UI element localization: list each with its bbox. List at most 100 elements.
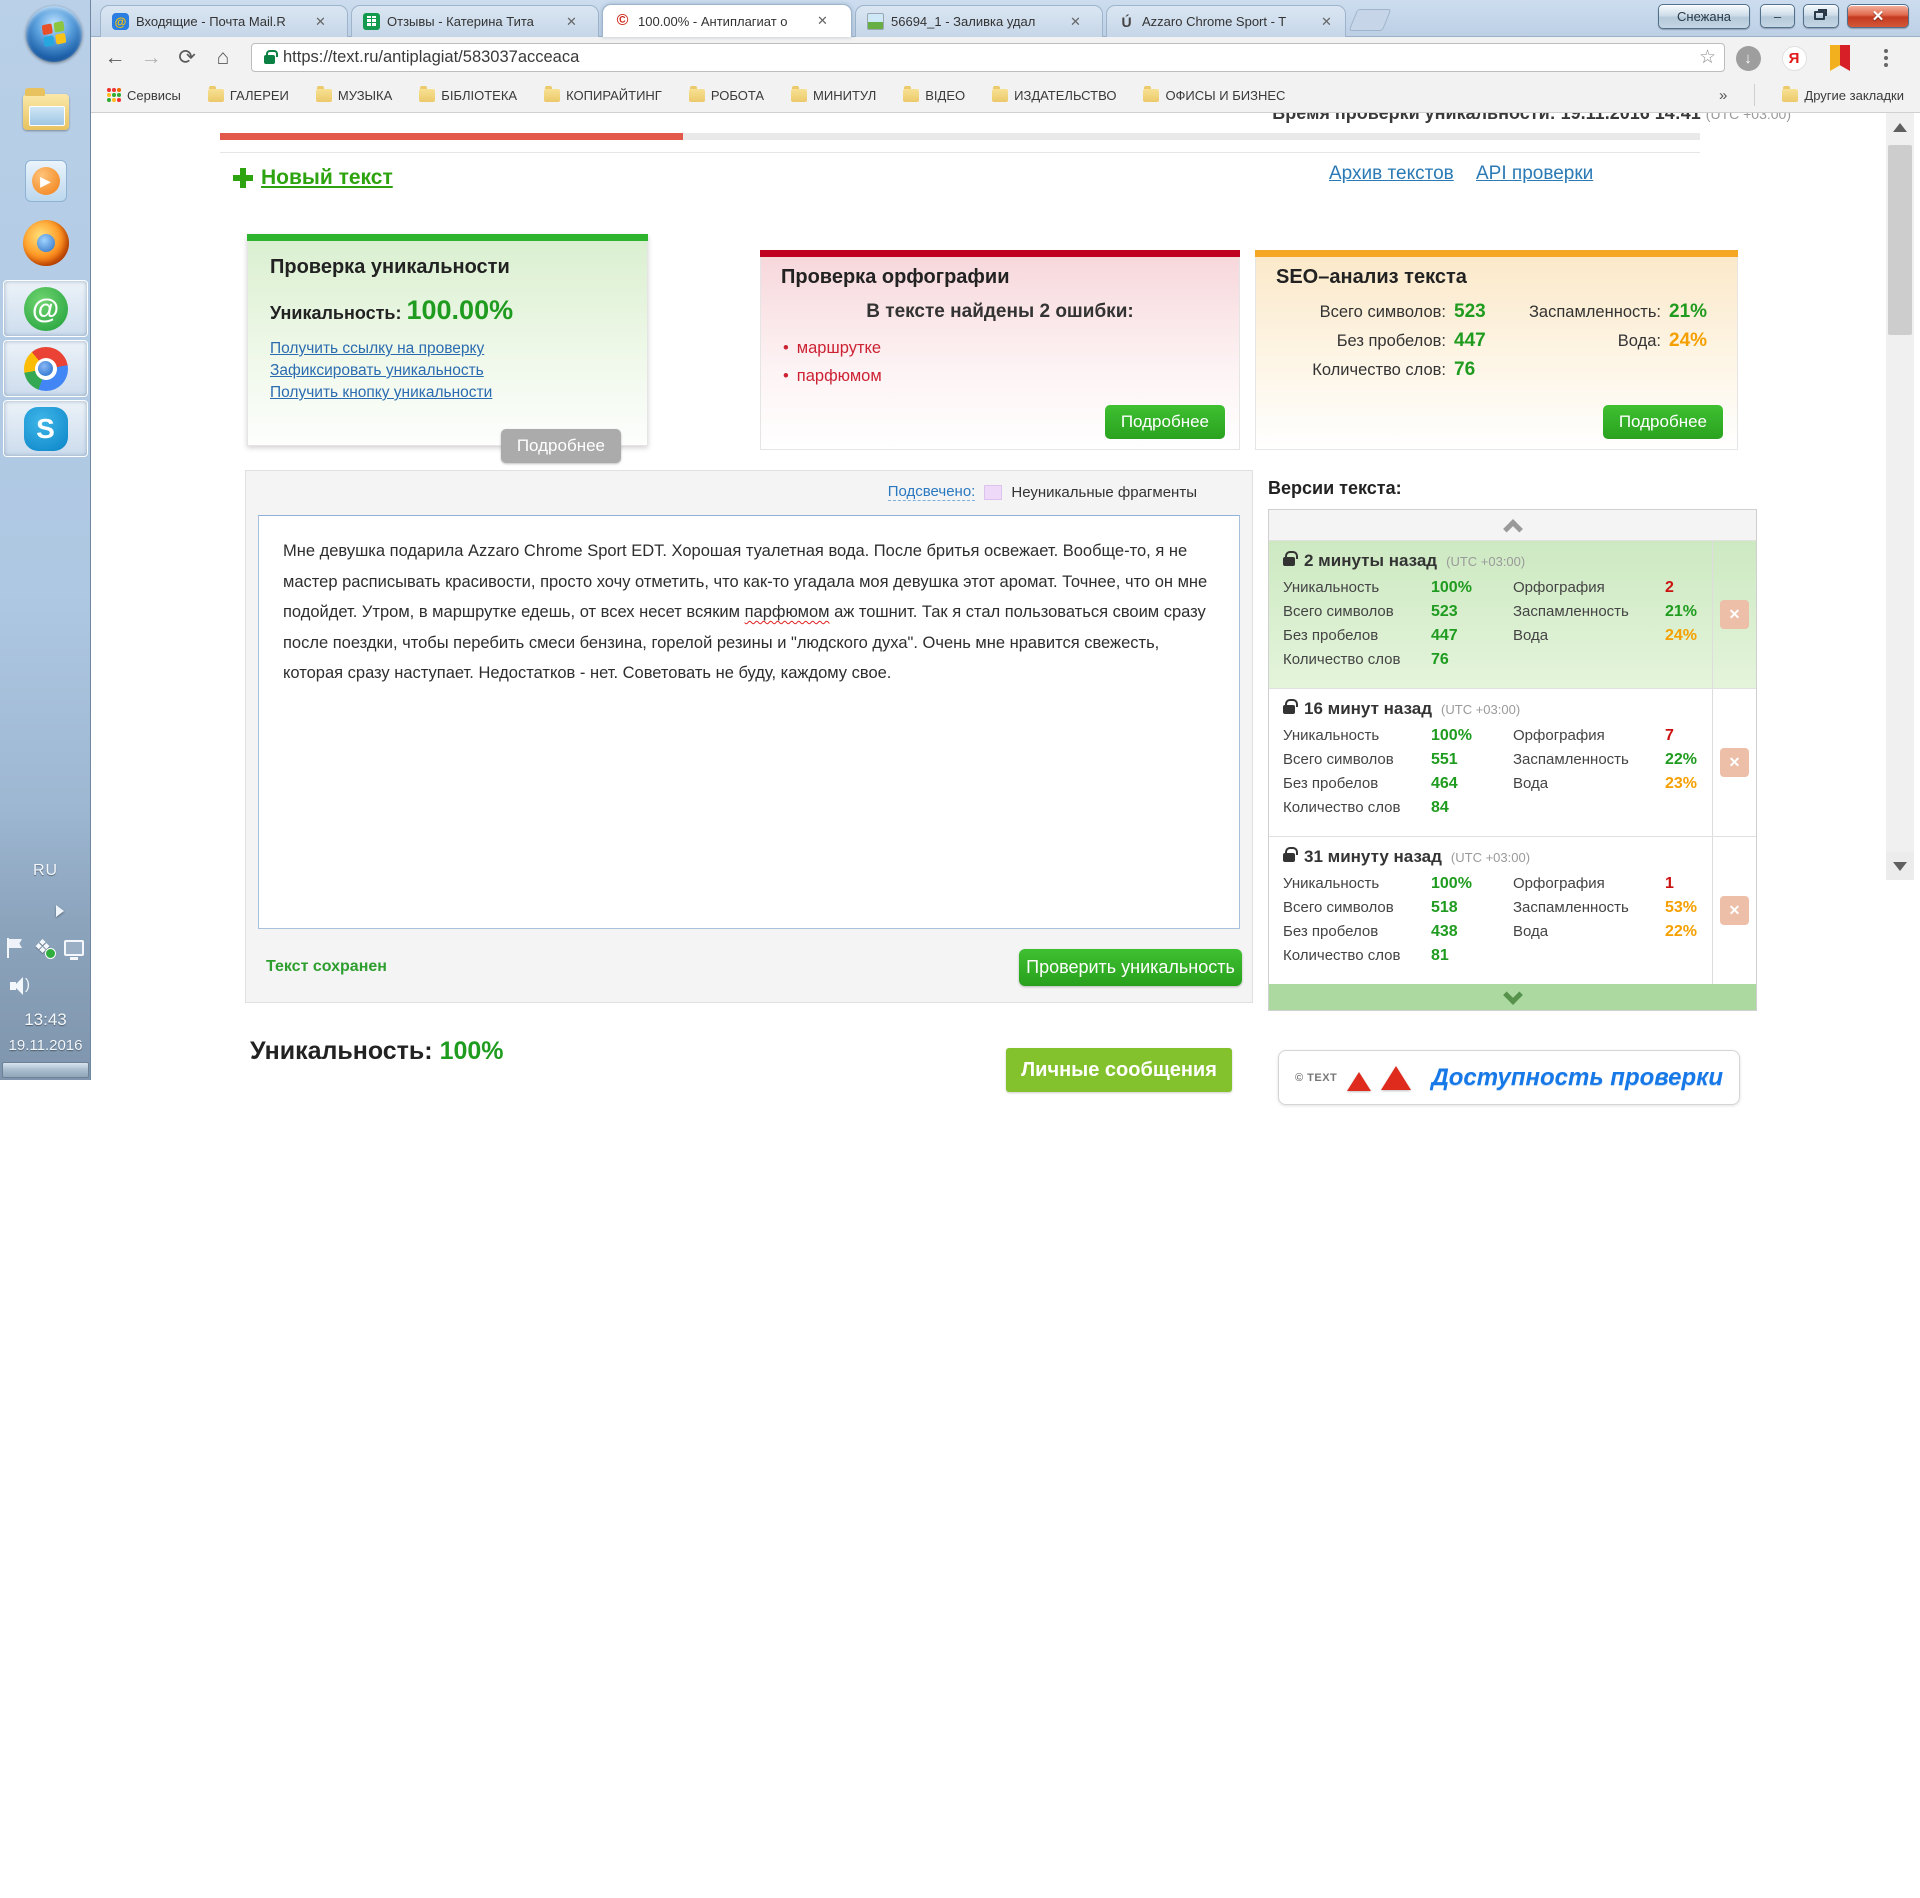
details-button[interactable]: Подробнее — [1602, 405, 1723, 439]
details-button[interactable]: Подробнее — [500, 429, 621, 463]
version-card[interactable]: 2 минуты назад (UTC +03:00) Уникальность… — [1269, 540, 1756, 688]
spelling-error-item[interactable]: • парфюмом — [783, 367, 1239, 386]
bookmark-folder[interactable]: ВІДЕО — [903, 85, 965, 103]
fix-uniqueness-link[interactable]: Зафиксировать уникальность — [270, 362, 647, 380]
tab-close-icon[interactable]: ✕ — [564, 14, 579, 30]
bookmark-folder[interactable]: КОПИРАЙТИНГ — [544, 85, 662, 103]
tray-expand-arrow-icon[interactable] — [56, 905, 64, 917]
tab-close-icon[interactable]: ✕ — [313, 14, 328, 30]
taskbar-item-media-player[interactable]: ▶ — [0, 160, 91, 202]
show-desktop-button[interactable] — [2, 1062, 89, 1078]
get-check-link[interactable]: Получить ссылку на проверку — [270, 340, 647, 358]
dropbox-icon[interactable] — [34, 939, 56, 959]
tab-azzaro[interactable]: Ú Azzaro Chrome Sport - T ✕ — [1106, 5, 1346, 37]
api-link[interactable]: API проверки — [1476, 163, 1593, 185]
url-text[interactable]: https://text.ru/antiplagiat/583037acceac… — [283, 48, 579, 67]
bookmark-folder[interactable]: ГАЛЕРЕИ — [207, 85, 289, 103]
bookmark-star-icon[interactable]: ☆ — [1699, 46, 1716, 69]
misspelled-word[interactable]: парфюмом — [745, 603, 830, 621]
scroll-up-icon[interactable] — [1886, 113, 1914, 141]
tab-antiplagiat-active[interactable]: © 100.00% - Антиплагиат о ✕ — [602, 4, 852, 37]
stat-value: 447 — [1431, 627, 1458, 644]
version-card[interactable]: 31 минуту назад (UTC +03:00) Уникальност… — [1269, 836, 1756, 984]
stat-value: 100% — [1431, 579, 1472, 596]
version-delete-button[interactable]: ✕ — [1720, 748, 1749, 777]
details-button[interactable]: Подробнее — [1104, 405, 1225, 439]
version-card[interactable]: 16 минут назад (UTC +03:00) Уникальность… — [1269, 688, 1756, 836]
spelling-error-item[interactable]: • маршрутке — [783, 339, 1239, 358]
versions-scroll-up[interactable] — [1269, 510, 1756, 540]
archive-link[interactable]: Архив текстов — [1329, 163, 1454, 185]
start-button[interactable] — [26, 6, 82, 62]
scroll-down-icon[interactable] — [1886, 852, 1914, 880]
tab-close-icon[interactable]: ✕ — [815, 13, 830, 29]
stat-label: Без пробелов — [1283, 627, 1379, 644]
get-badge-link[interactable]: Получить кнопку уникальности — [270, 384, 647, 402]
display-settings-icon[interactable] — [64, 940, 84, 960]
other-bookmarks[interactable]: Другие закладки — [1782, 85, 1904, 103]
maximize-button[interactable] — [1803, 4, 1839, 28]
download-extension-icon[interactable]: ↓ — [1733, 43, 1763, 73]
new-tab-button[interactable] — [1348, 9, 1392, 31]
bookmark-folder[interactable]: БІБЛІОТЕКА — [419, 85, 517, 103]
language-indicator[interactable]: RU — [0, 862, 91, 880]
folder-icon — [207, 85, 224, 102]
text-input-area[interactable]: Мне девушка подарила Azzaro Chrome Sport… — [258, 515, 1240, 929]
tab-image[interactable]: 56694_1 - Заливка удал ✕ — [855, 5, 1103, 37]
highlight-color-swatch — [984, 484, 1003, 500]
taskbar-item-chrome[interactable] — [3, 340, 88, 397]
private-messages-button[interactable]: Личные сообщения — [1006, 1048, 1232, 1092]
chrome-menu-icon[interactable] — [1871, 43, 1901, 73]
forward-icon[interactable]: → — [133, 46, 169, 70]
folder-icon — [903, 85, 920, 102]
scrollbar-thumb[interactable] — [1888, 145, 1912, 335]
stat-label: Уникальность — [1283, 579, 1380, 596]
tab-close-icon[interactable]: ✕ — [1319, 14, 1334, 30]
bookmark-folder[interactable]: ОФИСЫ И БИЗНЕС — [1143, 85, 1285, 103]
tray-clock[interactable]: 13:43 — [0, 1010, 91, 1030]
stat-value: 438 — [1431, 923, 1458, 940]
minimize-button[interactable]: – — [1760, 4, 1795, 28]
tab-close-icon[interactable]: ✕ — [1068, 14, 1083, 30]
bookmark-ribbon-extension-icon[interactable] — [1825, 43, 1855, 73]
new-text-link[interactable]: Новый текст — [233, 166, 393, 190]
spelling-subtitle: В тексте найдены 2 ошибки: — [866, 301, 1134, 322]
close-button[interactable]: ✕ — [1847, 4, 1909, 28]
address-bar[interactable]: https://text.ru/antiplagiat/583037acceac… — [251, 43, 1725, 72]
bookmark-folder[interactable]: РОБОТА — [688, 85, 764, 103]
tab-title: 56694_1 - Заливка удал — [891, 14, 1036, 29]
reload-icon[interactable]: ⟳ — [169, 45, 205, 70]
version-delete-button[interactable]: ✕ — [1720, 896, 1749, 925]
version-delete-button[interactable]: ✕ — [1720, 600, 1749, 629]
new-text-label[interactable]: Новый текст — [261, 166, 393, 190]
versions-scroll-down[interactable] — [1269, 984, 1756, 1010]
tab-mail[interactable]: @ Входящие - Почта Mail.R ✕ — [100, 5, 348, 37]
highlighted-link[interactable]: Подсвечено: — [887, 483, 976, 501]
stat-label: Орфография — [1513, 727, 1605, 744]
taskbar-item-skype[interactable]: S — [3, 400, 88, 457]
action-center-flag-icon[interactable] — [6, 938, 24, 958]
yandex-extension-icon[interactable]: Я — [1779, 43, 1809, 73]
volume-icon[interactable]: ) — [10, 975, 36, 997]
text-saved-status: Текст сохранен — [266, 958, 387, 975]
stat-label: Количество слов — [1283, 947, 1401, 964]
check-uniqueness-button[interactable]: Проверить уникальность — [1019, 949, 1242, 986]
bookmarks-overflow-chevron[interactable]: » — [1719, 87, 1727, 104]
tab-sheets[interactable]: Отзывы - Катерина Тита ✕ — [351, 5, 599, 37]
bookmark-folder[interactable]: ИЗДАТЕЛЬСТВО — [992, 85, 1116, 103]
tray-date[interactable]: 19.11.2016 — [0, 1037, 91, 1054]
bookmark-folder[interactable]: МУЗЫКА — [315, 85, 392, 103]
taskbar-item-firefox[interactable] — [0, 220, 91, 266]
panel-title: Проверка орфографии — [781, 266, 1010, 288]
home-icon[interactable]: ⌂ — [205, 46, 241, 70]
stat-value: 76 — [1431, 651, 1449, 668]
page-scrollbar[interactable] — [1886, 113, 1914, 880]
back-icon[interactable]: ← — [97, 46, 133, 70]
profile-button[interactable]: Снежана — [1658, 4, 1750, 29]
bookmark-folder[interactable]: МИНИТУЛ — [791, 85, 876, 103]
availability-widget[interactable]: © TEXT Доступность проверки — [1278, 1050, 1740, 1105]
taskbar-item-explorer[interactable] — [0, 88, 91, 130]
taskbar-item-mailru-agent[interactable]: @ — [3, 280, 88, 337]
bookmark-services[interactable]: Сервисы — [107, 88, 181, 103]
stat-value: 53% — [1665, 899, 1698, 916]
